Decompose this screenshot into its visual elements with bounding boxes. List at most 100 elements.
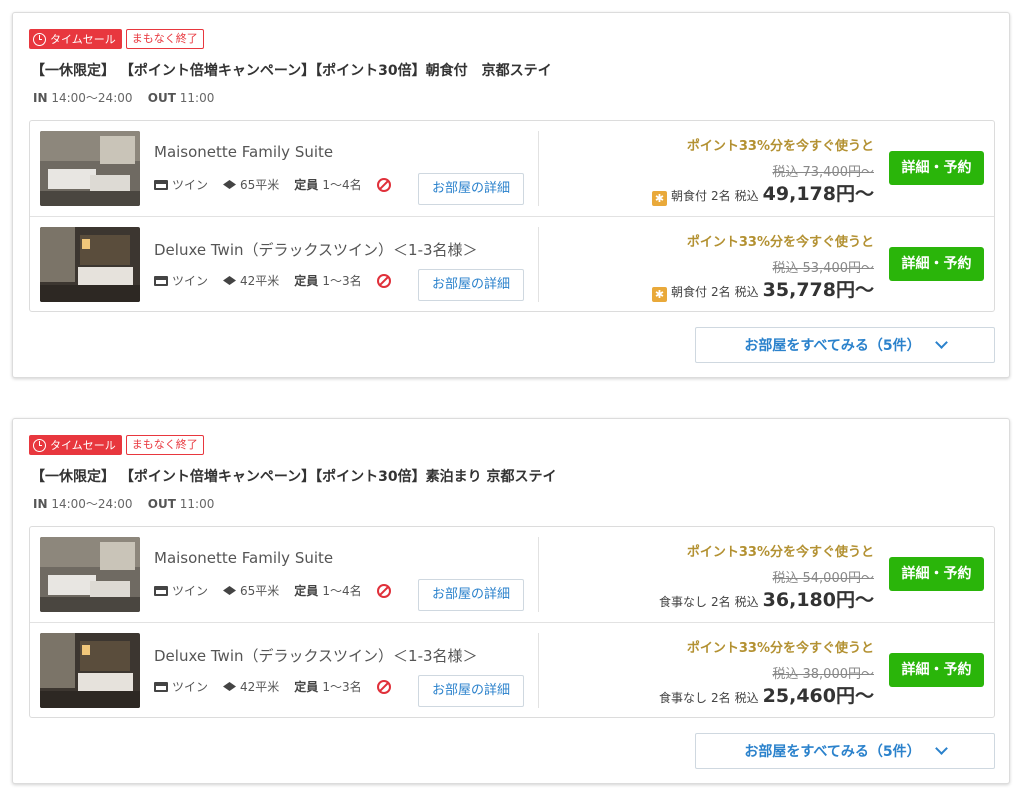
divider xyxy=(538,633,539,708)
checkout-time: 11:00 xyxy=(179,91,215,105)
room-area: 42平米 xyxy=(240,680,280,694)
room-name[interactable]: Maisonette Family Suite xyxy=(154,143,333,161)
checkin-time: 14:00〜24:00 xyxy=(51,497,133,511)
area-icon xyxy=(223,276,237,285)
room-name[interactable]: Deluxe Twin（デラックスツイン）＜1-3名様＞ xyxy=(154,645,478,666)
room-specs: ツイン 42平米 定員 1〜3名 xyxy=(154,272,406,289)
checkin-label: IN xyxy=(33,91,48,105)
room-details-button[interactable]: お部屋の詳細 xyxy=(418,269,524,301)
room-capacity: 1〜4名 xyxy=(322,584,362,598)
plan-title[interactable]: 【一休限定】 【ポイント倍増キャンペーン】【ポイント30倍】素泊まり 京都ステイ xyxy=(31,466,557,486)
area-icon xyxy=(223,180,237,189)
meal-type: 食事なし xyxy=(659,595,708,609)
book-button[interactable]: 詳細・予約 xyxy=(889,557,984,591)
plan-title[interactable]: 【一休限定】 【ポイント倍増キャンペーン】【ポイント30倍】朝食付 京都ステイ xyxy=(31,60,552,80)
original-price: 税込 73,400円〜 xyxy=(772,165,874,180)
no-smoking-icon xyxy=(376,273,391,288)
bed-icon xyxy=(154,179,168,190)
room-area: 65平米 xyxy=(240,584,280,598)
tax-label: 税込 xyxy=(734,691,759,705)
checkin-checkout-times: IN 14:00〜24:00 OUT 11:00 xyxy=(33,89,214,106)
divider xyxy=(538,131,539,206)
bed-type: ツイン xyxy=(172,584,209,598)
room-photo[interactable] xyxy=(40,537,140,612)
book-button[interactable]: 詳細・予約 xyxy=(889,653,984,687)
original-price: 税込 54,000円〜 xyxy=(772,571,874,586)
book-button[interactable]: 詳細・予約 xyxy=(889,247,984,281)
capacity-label: 定員 xyxy=(294,584,319,598)
room-details-button[interactable]: お部屋の詳細 xyxy=(418,675,524,707)
current-price-line: ✱ 朝食付 2名 税込 49,178円〜 xyxy=(652,179,874,206)
room-area: 42平米 xyxy=(240,274,280,288)
bed-icon xyxy=(154,681,168,692)
tax-label: 税込 xyxy=(734,595,759,609)
area-icon xyxy=(223,586,237,595)
checkin-time: 14:00〜24:00 xyxy=(51,91,133,105)
room-specs: ツイン 65平米 定員 1〜4名 xyxy=(154,176,406,193)
room-capacity: 1〜3名 xyxy=(322,274,362,288)
bed-type: ツイン xyxy=(172,274,209,288)
see-all-rooms-button[interactable]: お部屋をすべてみる（5件） xyxy=(695,327,995,363)
sun-icon: ✱ xyxy=(652,287,667,302)
no-smoking-icon xyxy=(376,177,391,192)
room-area: 65平米 xyxy=(240,178,280,192)
current-price-line: 食事なし 2名 税込 25,460円〜 xyxy=(659,681,874,708)
room-name[interactable]: Maisonette Family Suite xyxy=(154,549,333,567)
clock-icon xyxy=(33,32,46,46)
bed-type: ツイン xyxy=(172,680,209,694)
capacity-label: 定員 xyxy=(294,274,319,288)
discounted-price: 25,460円〜 xyxy=(762,685,874,707)
plan-badges: タイムセール まもなく終了 xyxy=(29,29,204,49)
room-name[interactable]: Deluxe Twin（デラックスツイン）＜1-3名様＞ xyxy=(154,239,478,260)
room-photo[interactable] xyxy=(40,227,140,302)
checkout-time: 11:00 xyxy=(179,497,215,511)
plan-card: タイムセール まもなく終了 【一休限定】 【ポイント倍増キャンペーン】【ポイント… xyxy=(12,12,1010,378)
checkin-checkout-times: IN 14:00〜24:00 OUT 11:00 xyxy=(33,495,214,512)
room-photo[interactable] xyxy=(40,633,140,708)
meal-type: 朝食付 xyxy=(671,285,708,299)
time-sale-label: タイムセール xyxy=(50,33,116,46)
original-price: 税込 53,400円〜 xyxy=(772,261,874,276)
checkout-label: OUT xyxy=(147,91,176,105)
no-smoking-icon xyxy=(376,679,391,694)
bed-type: ツイン xyxy=(172,178,209,192)
point-offer-text: ポイント33%分を今すぐ使うと xyxy=(686,545,874,560)
time-sale-label: タイムセール xyxy=(50,439,116,452)
book-button[interactable]: 詳細・予約 xyxy=(889,151,984,185)
room-details-button[interactable]: お部屋の詳細 xyxy=(418,579,524,611)
room-row: Maisonette Family Suite ツイン 65平米 定員 1〜4名 … xyxy=(30,121,994,216)
room-row: Maisonette Family Suite ツイン 65平米 定員 1〜4名 … xyxy=(30,527,994,622)
guest-count: 2名 xyxy=(711,595,731,609)
room-capacity: 1〜3名 xyxy=(322,680,362,694)
ending-soon-badge: まもなく終了 xyxy=(125,29,204,49)
see-all-rooms-label: お部屋をすべてみる（5件） xyxy=(744,338,921,354)
bed-icon xyxy=(154,275,168,286)
bed-icon xyxy=(154,585,168,596)
room-list: Maisonette Family Suite ツイン 65平米 定員 1〜4名 … xyxy=(29,120,995,312)
capacity-label: 定員 xyxy=(294,178,319,192)
guest-count: 2名 xyxy=(711,691,731,705)
guest-count: 2名 xyxy=(711,189,731,203)
room-row: Deluxe Twin（デラックスツイン）＜1-3名様＞ ツイン 42平米 定員… xyxy=(30,216,994,311)
capacity-label: 定員 xyxy=(294,680,319,694)
room-photo[interactable] xyxy=(40,131,140,206)
no-smoking-icon xyxy=(376,583,391,598)
discounted-price: 35,778円〜 xyxy=(762,279,874,301)
plan-badges: タイムセール まもなく終了 xyxy=(29,435,204,455)
room-list: Maisonette Family Suite ツイン 65平米 定員 1〜4名 … xyxy=(29,526,995,718)
room-details-button[interactable]: お部屋の詳細 xyxy=(418,173,524,205)
meal-type: 食事なし xyxy=(659,691,708,705)
room-specs: ツイン 65平米 定員 1〜4名 xyxy=(154,582,406,599)
checkin-label: IN xyxy=(33,497,48,511)
chevron-down-icon xyxy=(934,742,948,755)
see-all-rooms-button[interactable]: お部屋をすべてみる（5件） xyxy=(695,733,995,769)
meal-type: 朝食付 xyxy=(671,189,708,203)
point-offer-text: ポイント33%分を今すぐ使うと xyxy=(686,235,874,250)
room-capacity: 1〜4名 xyxy=(322,178,362,192)
time-sale-badge: タイムセール xyxy=(29,29,122,49)
ending-soon-badge: まもなく終了 xyxy=(125,435,204,455)
point-offer-text: ポイント33%分を今すぐ使うと xyxy=(686,641,874,656)
original-price: 税込 38,000円〜 xyxy=(772,667,874,682)
room-row: Deluxe Twin（デラックスツイン）＜1-3名様＞ ツイン 42平米 定員… xyxy=(30,622,994,717)
guest-count: 2名 xyxy=(711,285,731,299)
